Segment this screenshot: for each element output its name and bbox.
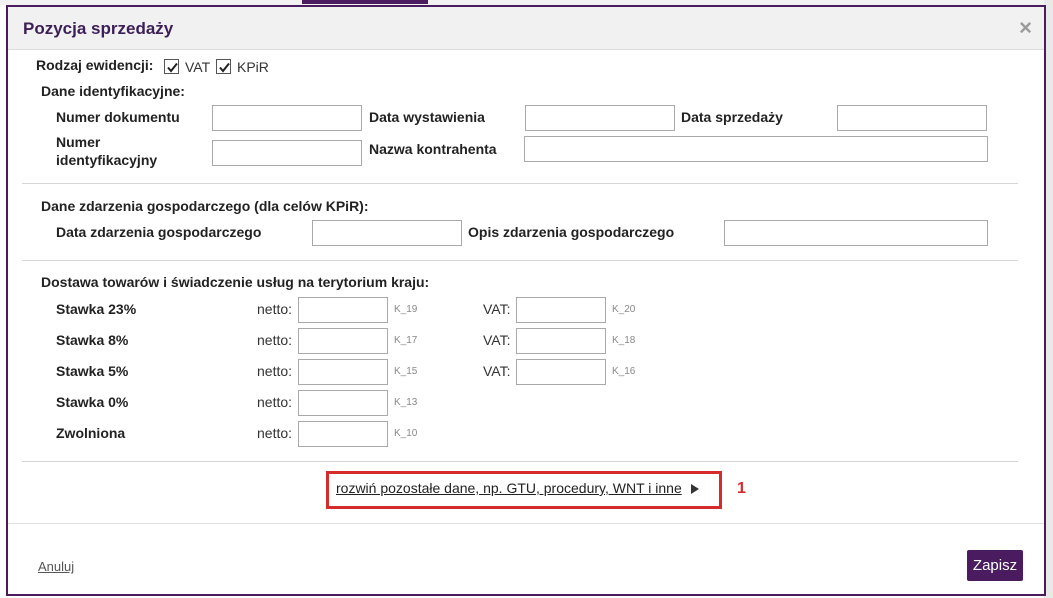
rate-5-vat-input[interactable] [516, 359, 606, 385]
vat-field-code: K_20 [612, 304, 636, 315]
netto-label: netto: [257, 394, 293, 410]
record-type-label: Rodzaj ewidencji: [36, 57, 154, 73]
id-number-input[interactable] [212, 140, 362, 166]
checkmark-icon [167, 62, 178, 73]
vat-checkbox-label: VAT [185, 59, 211, 75]
id-number-label-line1: Numer [56, 134, 101, 150]
vat-label: VAT: [483, 332, 511, 348]
rate-8-netto-input[interactable] [298, 328, 388, 354]
rate-0-netto-input[interactable] [298, 390, 388, 416]
netto-field-code: K_15 [394, 366, 418, 377]
netto-label: netto: [257, 425, 293, 441]
vat-label: VAT: [483, 301, 511, 317]
annotation-number: 1 [737, 480, 746, 497]
sale-date-input[interactable] [837, 105, 987, 131]
kpir-checkbox-label: KPiR [237, 59, 269, 75]
rate-exempt-netto-input[interactable] [298, 421, 388, 447]
economic-event-heading: Dane zdarzenia gospodarczego (dla celów … [41, 198, 369, 214]
expand-more-data-link[interactable]: rozwiń pozostałe dane, np. GTU, procedur… [336, 480, 682, 496]
counterparty-name-label: Nazwa kontrahenta [369, 141, 497, 157]
event-date-input[interactable] [312, 220, 462, 246]
sale-date-label: Data sprzedaży [681, 109, 783, 125]
netto-field-code: K_17 [394, 335, 418, 346]
rate-5-netto-input[interactable] [298, 359, 388, 385]
document-number-input[interactable] [212, 105, 362, 131]
rate-exempt-label: Zwolniona [56, 425, 126, 441]
identification-heading: Dane identyfikacyjne: [41, 83, 185, 99]
dialog-title: Pozycja sprzedaży [23, 19, 174, 38]
rate-23-netto-input[interactable] [298, 297, 388, 323]
cancel-link[interactable]: Anuluj [38, 559, 74, 574]
event-description-input[interactable] [724, 220, 988, 246]
rate-8-vat-input[interactable] [516, 328, 606, 354]
domestic-supply-heading: Dostawa towarów i świadczenie usług na t… [41, 274, 430, 290]
sales-item-dialog: Pozycja sprzedaży × Rodzaj ewidencji: VA… [6, 5, 1046, 596]
netto-label: netto: [257, 363, 293, 379]
section-divider [22, 260, 1018, 261]
rate-0-label: Stawka 0% [56, 394, 129, 410]
netto-field-code: K_19 [394, 304, 418, 315]
id-number-label: Numer identyfikacyjny [56, 133, 157, 169]
rate-5-label: Stawka 5% [56, 363, 129, 379]
save-button[interactable]: Zapisz [967, 550, 1023, 581]
netto-label: netto: [257, 332, 293, 348]
checkmark-icon [219, 62, 230, 73]
counterparty-name-input[interactable] [524, 136, 988, 162]
vat-field-code: K_16 [612, 366, 636, 377]
event-date-label: Data zdarzenia gospodarczego [56, 224, 262, 240]
document-number-label: Numer dokumentu [56, 109, 180, 125]
vat-label: VAT: [483, 363, 511, 379]
rate-8-label: Stawka 8% [56, 332, 129, 348]
netto-field-code: K_10 [394, 428, 418, 439]
id-number-label-line2: identyfikacyjny [56, 152, 158, 168]
issue-date-input[interactable] [525, 105, 675, 131]
section-divider [22, 461, 1018, 462]
background-active-tab [302, 0, 428, 4]
vat-checkbox[interactable] [164, 59, 179, 74]
netto-label: netto: [257, 301, 293, 317]
footer-divider [8, 523, 1044, 524]
netto-field-code: K_13 [394, 397, 418, 408]
rate-23-label: Stawka 23% [56, 301, 137, 317]
section-divider [22, 183, 1018, 184]
vat-field-code: K_18 [612, 335, 636, 346]
kpir-checkbox[interactable] [216, 59, 231, 74]
event-description-label: Opis zdarzenia gospodarczego [468, 224, 675, 240]
dialog-header: Pozycja sprzedaży × [8, 7, 1044, 50]
rate-23-vat-input[interactable] [516, 297, 606, 323]
triangle-right-icon[interactable] [691, 484, 699, 494]
issue-date-label: Data wystawienia [369, 109, 485, 125]
close-icon[interactable]: × [1019, 16, 1032, 40]
